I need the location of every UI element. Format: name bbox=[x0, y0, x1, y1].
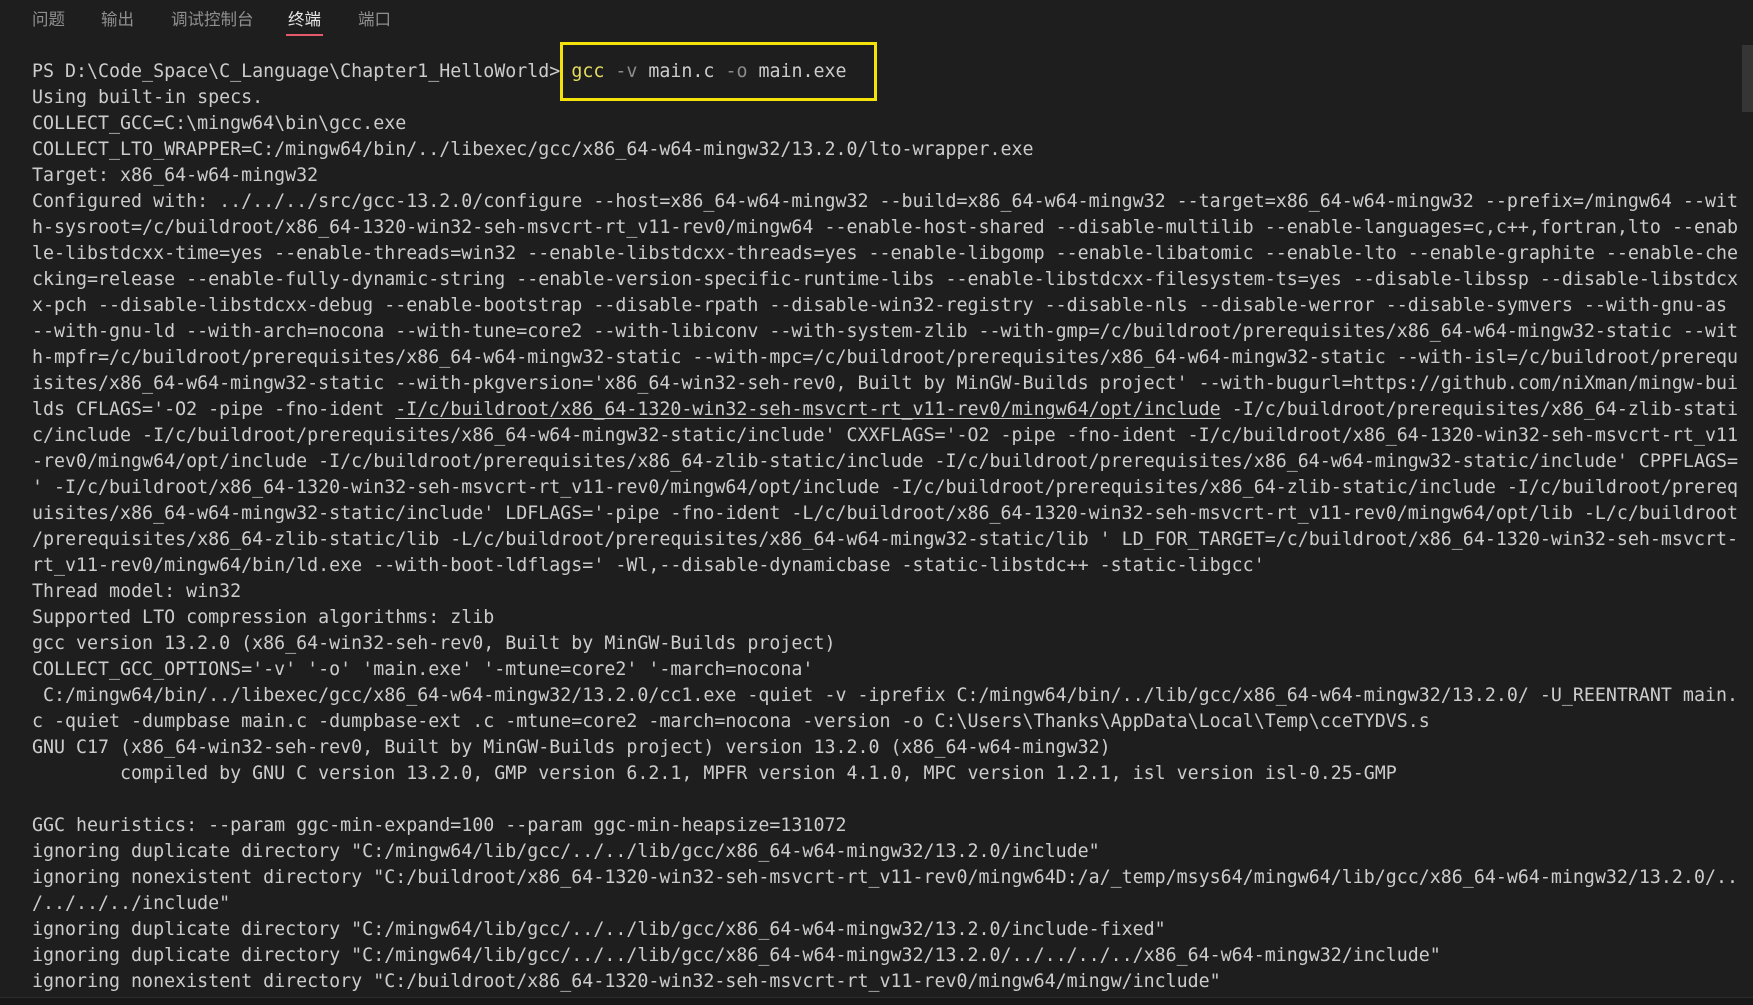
terminal-output-line: rt_v11-rev0/mingw64/bin/ld.exe --with-bo… bbox=[32, 554, 1265, 576]
terminal-output-line: h-sysroot=/c/buildroot/x86_64-1320-win32… bbox=[32, 216, 1738, 238]
terminal-output-line: ignoring nonexistent directory "C:/build… bbox=[32, 970, 1221, 992]
terminal-output-line: ' -I/c/buildroot/x86_64-1320-win32-seh-m… bbox=[32, 476, 1738, 498]
terminal-output-line: -rev0/mingw64/opt/include -I/c/buildroot… bbox=[32, 450, 1738, 472]
command-flag: -o bbox=[725, 60, 748, 82]
terminal-output-line: le-libstdcxx-time=yes --enable-threads=w… bbox=[32, 242, 1738, 264]
terminal-output-line: x-pch --disable-libstdcxx-debug --enable… bbox=[32, 294, 1727, 316]
terminal-output-line: h-mpfr=/c/buildroot/prerequisites/x86_64… bbox=[32, 346, 1738, 368]
terminal-output-line: cking=release --enable-fully-dynamic-str… bbox=[32, 268, 1738, 290]
terminal-output-area[interactable]: PS D:\Code_Space\C_Language\Chapter1_Hel… bbox=[32, 59, 1741, 995]
tab-terminal[interactable]: 终端 bbox=[286, 8, 323, 36]
terminal-output-line: COLLECT_GCC=C:\mingw64\bin\gcc.exe bbox=[32, 112, 407, 134]
terminal-path-link[interactable]: -I/c/buildroot/x86_64-1320-win32-seh-msv… bbox=[395, 399, 1220, 420]
panel-tab-bar: 问题 输出 调试控制台 终端 端口 bbox=[0, 0, 1753, 40]
command-line: PS D:\Code_Space\C_Language\Chapter1_Hel… bbox=[32, 59, 1741, 85]
terminal-output-line: Target: x86_64-w64-mingw32 bbox=[32, 164, 319, 186]
tab-ports[interactable]: 端口 bbox=[358, 8, 391, 36]
terminal-output-line: c -quiet -dumpbase main.c -dumpbase-ext … bbox=[32, 710, 1430, 732]
terminal-output-line: /../../../include" bbox=[32, 892, 231, 914]
command-flag: -v bbox=[615, 60, 638, 82]
terminal-output-line: lds CFLAGS='-O2 -pipe -fno-ident -I/c/bu… bbox=[32, 397, 1741, 423]
output-text: lds CFLAGS='-O2 -pipe -fno-ident bbox=[32, 398, 396, 420]
terminal-output-line: COLLECT_LTO_WRAPPER=C:/mingw64/bin/../li… bbox=[32, 138, 1034, 160]
command-argument: main.c bbox=[648, 60, 715, 82]
terminal-output-line: ignoring nonexistent directory "C:/build… bbox=[32, 866, 1738, 888]
terminal-output-line: isites/x86_64-w64-mingw32-static --with-… bbox=[32, 372, 1738, 394]
tab-output[interactable]: 输出 bbox=[101, 8, 134, 36]
command-program: gcc bbox=[571, 60, 605, 82]
tab-problems[interactable]: 问题 bbox=[32, 8, 65, 36]
output-text: -I/c/buildroot/prerequisites/x86_64-zlib… bbox=[1220, 398, 1738, 420]
command-argument: main.exe bbox=[758, 60, 847, 82]
terminal-output-line: uisites/x86_64-w64-mingw32-static/includ… bbox=[32, 502, 1738, 524]
terminal-output-line: ignoring duplicate directory "C:/mingw64… bbox=[32, 840, 1100, 862]
terminal-output-line: ignoring duplicate directory "C:/mingw64… bbox=[32, 918, 1166, 940]
terminal-output-line: GNU C17 (x86_64-win32-seh-rev0, Built by… bbox=[32, 736, 1111, 758]
terminal-output-line: ignoring duplicate directory "C:/mingw64… bbox=[32, 944, 1441, 966]
terminal-output-line: GGC heuristics: --param ggc-min-expand=1… bbox=[32, 814, 847, 836]
terminal-output-line: C:/mingw64/bin/../libexec/gcc/x86_64-w64… bbox=[32, 684, 1738, 706]
terminal-output-line: Using built-in specs. bbox=[32, 86, 264, 108]
prompt: PS D:\Code_Space\C_Language\Chapter1_Hel… bbox=[32, 60, 572, 82]
status-bar bbox=[0, 997, 1753, 1005]
terminal-output-line: compiled by GNU C version 13.2.0, GMP ve… bbox=[32, 762, 1397, 784]
terminal-output-line: c/include -I/c/buildroot/prerequisites/x… bbox=[32, 424, 1738, 446]
terminal-scrollbar-thumb[interactable] bbox=[1742, 45, 1753, 112]
terminal-output-line: gcc version 13.2.0 (x86_64-win32-seh-rev… bbox=[32, 632, 836, 654]
terminal-output-line: Thread model: win32 bbox=[32, 580, 242, 602]
tab-debug-console[interactable]: 调试控制台 bbox=[171, 8, 254, 36]
terminal-output-line: COLLECT_GCC_OPTIONS='-v' '-o' 'main.exe'… bbox=[32, 658, 814, 680]
terminal-output-line: Configured with: ../../../src/gcc-13.2.0… bbox=[32, 190, 1738, 212]
terminal-output-line: Supported LTO compression algorithms: zl… bbox=[32, 606, 495, 628]
terminal-output-line: --with-gnu-ld --with-arch=nocona --with-… bbox=[32, 320, 1738, 342]
terminal-output-line: /prerequisites/x86_64-zlib-static/lib -L… bbox=[32, 528, 1738, 550]
